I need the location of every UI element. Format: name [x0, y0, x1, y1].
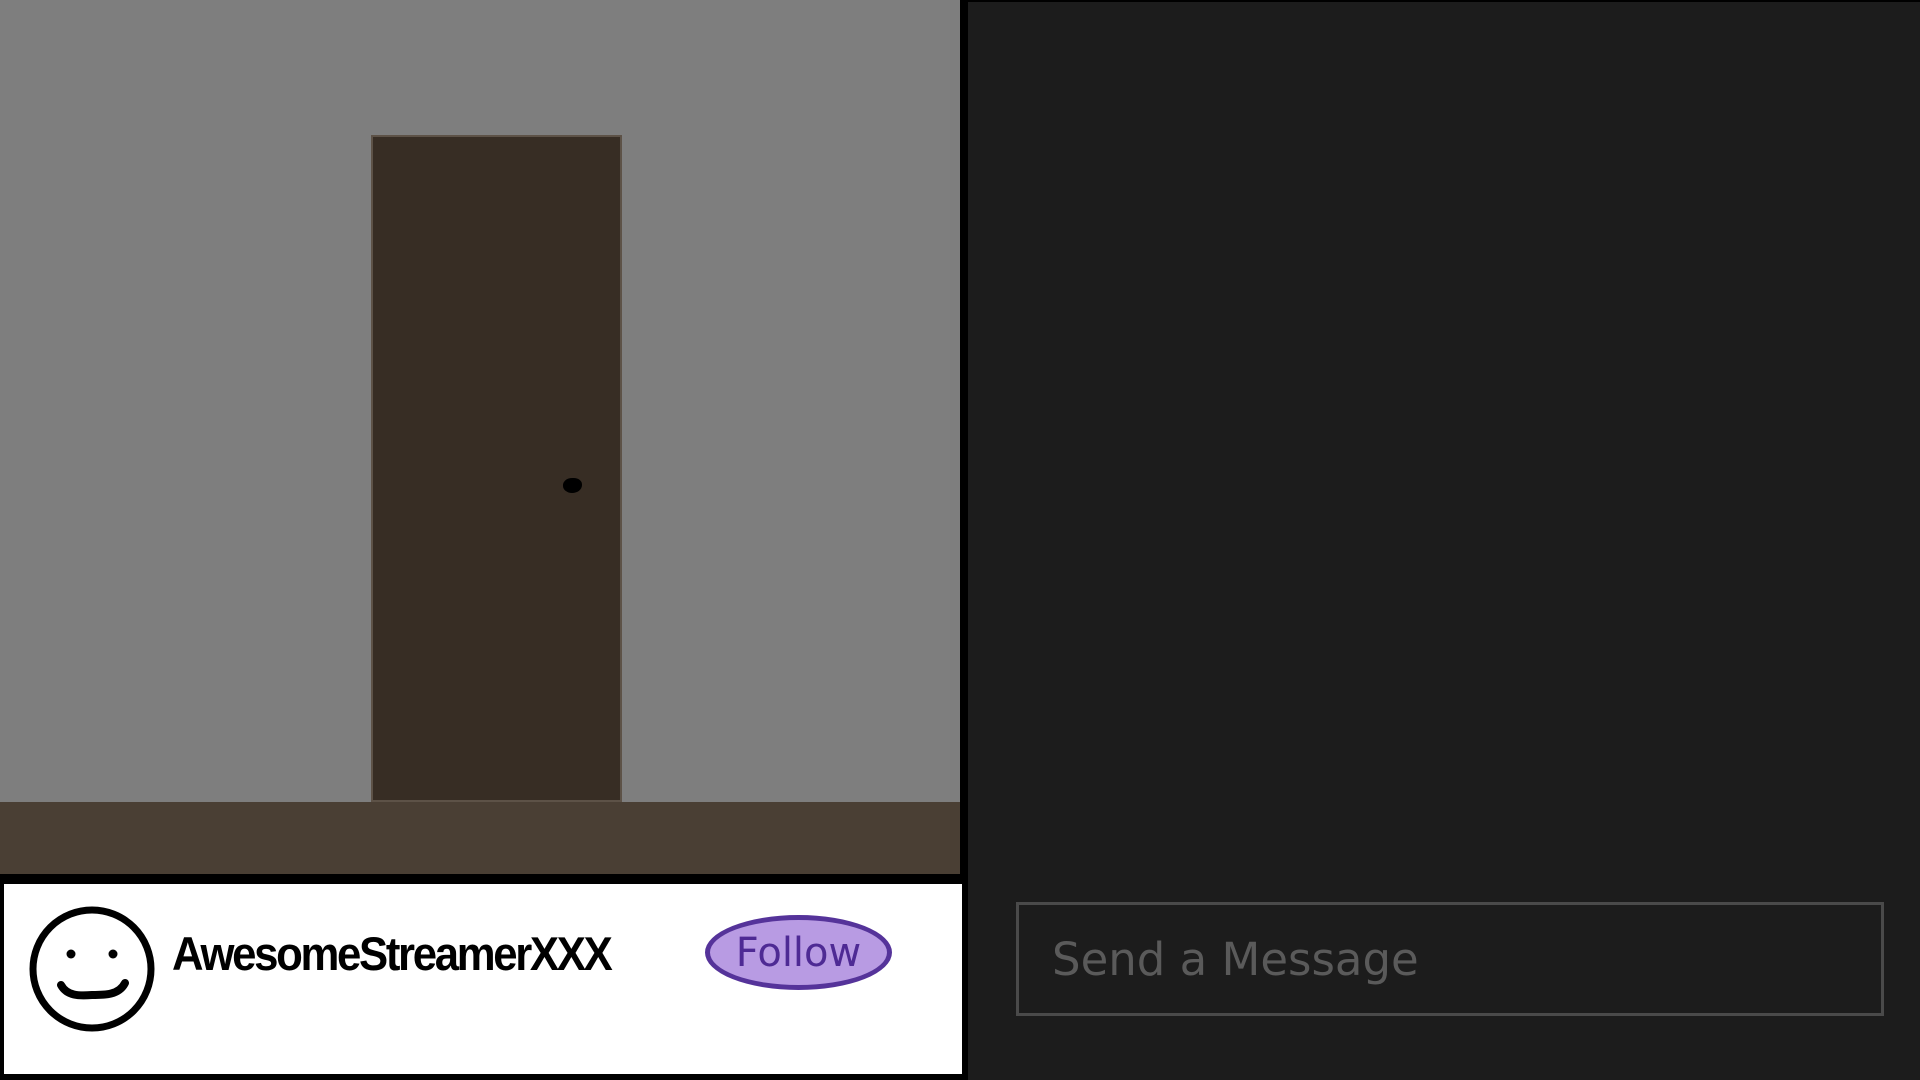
scene-floor [0, 802, 960, 874]
stream-page: AwesomeStreamerXXX Follow [0, 0, 1920, 1080]
chat-panel [968, 2, 1920, 1080]
follow-button[interactable]: Follow [705, 915, 892, 990]
streamer-info-bar: AwesomeStreamerXXX Follow [4, 884, 962, 1074]
smiley-face-icon[interactable] [29, 906, 155, 1032]
scene-door [371, 135, 622, 802]
streamer-name[interactable]: AwesomeStreamerXXX [172, 930, 613, 977]
door-knob [563, 478, 582, 493]
message-input[interactable] [1016, 902, 1884, 1016]
stream-video[interactable] [0, 0, 960, 878]
